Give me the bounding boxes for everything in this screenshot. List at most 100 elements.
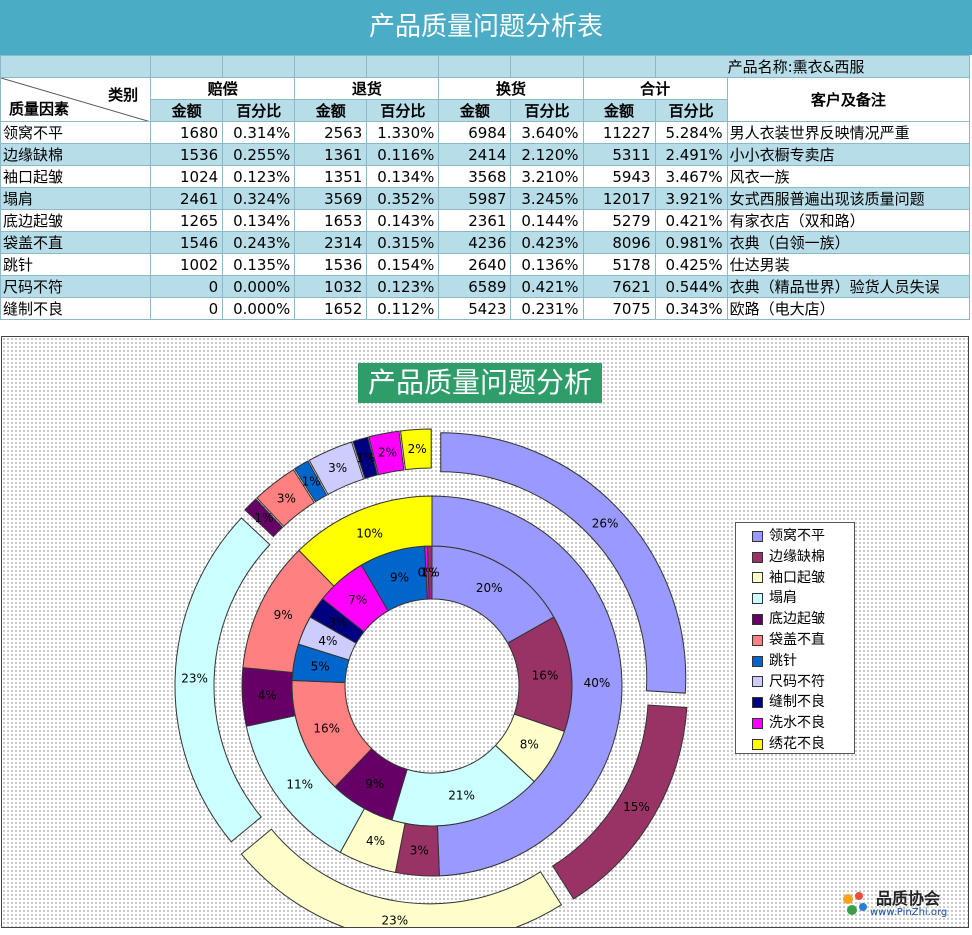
slice-label: 4% bbox=[318, 634, 337, 648]
chart-legend: 领窝不平 边缘缺棉 袖口起皱 塌肩 底边起皱 袋盖不直 跳针 尺码不符 缝制不良 洗水不良 绣花不良 bbox=[735, 522, 855, 754]
legend-swatch bbox=[752, 697, 763, 709]
legend-item: 底边起皱 bbox=[740, 609, 850, 630]
row-note: 小小衣橱专卖店 bbox=[726, 143, 971, 166]
legend-swatch bbox=[752, 572, 763, 584]
legend-swatch bbox=[752, 593, 763, 605]
row-label: 边缘缺棉 bbox=[0, 143, 152, 166]
table-cell: 0.136% bbox=[510, 253, 584, 276]
table-cell: 0.255% bbox=[222, 143, 296, 166]
row-label: 尺码不符 bbox=[0, 275, 152, 298]
slice-label: 8% bbox=[520, 737, 539, 751]
table-cell: 0.981% bbox=[654, 231, 728, 254]
legend-label: 洗水不良 bbox=[769, 715, 825, 732]
table-cell: 0.343% bbox=[654, 297, 728, 320]
table-cell: 5178 bbox=[582, 253, 656, 276]
legend-label: 塌肩 bbox=[769, 590, 797, 607]
legend-swatch bbox=[752, 718, 763, 730]
table-cell: 1653 bbox=[294, 209, 368, 232]
legend-label: 绣花不良 bbox=[769, 735, 825, 752]
group-header: 赔偿 bbox=[150, 77, 296, 100]
legend-label: 袋盖不直 bbox=[769, 631, 825, 648]
row-note: 风衣一族 bbox=[726, 165, 971, 188]
table-cell: 0.154% bbox=[366, 253, 440, 276]
table-row: 袖口起皱 1024 0.123% 1351 0.134% 3568 3.210% 5943 3.… bbox=[0, 165, 971, 188]
table-cell: 5423 bbox=[438, 297, 512, 320]
slice-label: 7% bbox=[348, 593, 367, 607]
legend-item: 洗水不良 bbox=[740, 713, 850, 734]
legend-label: 尺码不符 bbox=[769, 673, 825, 690]
slice-label: 3% bbox=[328, 615, 347, 629]
table-cell: 0.134% bbox=[366, 165, 440, 188]
table-cell: 1351 bbox=[294, 165, 368, 188]
product-name-cell: 产品名称:熏衣&西服 bbox=[654, 55, 971, 78]
table-cell: 0.544% bbox=[654, 275, 728, 298]
row-label: 塌肩 bbox=[0, 187, 152, 210]
table-cell: 2640 bbox=[438, 253, 512, 276]
table-cell: 0 bbox=[150, 297, 224, 320]
table-cell: 0.112% bbox=[366, 297, 440, 320]
row-label: 缝制不良 bbox=[0, 297, 152, 320]
table-cell: 0.423% bbox=[510, 231, 584, 254]
slice-label: 2% bbox=[378, 446, 397, 460]
table-cell: 1032 bbox=[294, 275, 368, 298]
slice-label: 23% bbox=[382, 914, 409, 927]
legend-item: 边缘缺棉 bbox=[740, 547, 850, 568]
legend-label: 跳针 bbox=[769, 652, 797, 669]
table-cell: 7621 bbox=[582, 275, 656, 298]
legend-item: 塌肩 bbox=[740, 588, 850, 609]
table-cell: 0.315% bbox=[366, 231, 440, 254]
legend-item: 跳针 bbox=[740, 651, 850, 672]
table-cell: 2461 bbox=[150, 187, 224, 210]
table-cell: 0.135% bbox=[222, 253, 296, 276]
legend-item: 领窝不平 bbox=[740, 526, 850, 547]
table-row: 跳针 1002 0.135% 1536 0.154% 2640 0.136% 5178 0.42… bbox=[0, 253, 971, 276]
row-label: 底边起皱 bbox=[0, 209, 152, 232]
slice-label: 3% bbox=[277, 491, 296, 505]
group-header: 退货 bbox=[294, 77, 440, 100]
slice-label: 9% bbox=[365, 777, 384, 791]
slice-label: 16% bbox=[313, 721, 340, 735]
table-cell: 6984 bbox=[438, 121, 512, 144]
legend-swatch bbox=[752, 676, 763, 688]
group-header: 换货 bbox=[438, 77, 584, 100]
table-cell: 1536 bbox=[294, 253, 368, 276]
header-diagonal-cell: 类别 质量因素 bbox=[0, 77, 152, 122]
slice-label: 10% bbox=[356, 526, 383, 540]
table-cell: 2.491% bbox=[654, 143, 728, 166]
legend-label: 边缘缺棉 bbox=[769, 548, 825, 565]
legend-swatch bbox=[752, 551, 763, 563]
slice-label: 1% bbox=[421, 566, 440, 580]
table-cell: 0.000% bbox=[222, 275, 296, 298]
table-cell: 1.330% bbox=[366, 121, 440, 144]
slice-label: 1% bbox=[356, 451, 375, 465]
row-note: 衣典（精品世界）验货人员失误 bbox=[726, 275, 971, 298]
slice-label: 9% bbox=[274, 608, 293, 622]
legend-item: 缝制不良 bbox=[740, 692, 850, 713]
slice-label: 16% bbox=[532, 669, 559, 683]
table-cell: 5311 bbox=[582, 143, 656, 166]
table-cell: 5943 bbox=[582, 165, 656, 188]
table-cell: 1265 bbox=[150, 209, 224, 232]
legend-swatch bbox=[752, 530, 763, 542]
legend-swatch bbox=[752, 738, 763, 750]
table-cell: 3.210% bbox=[510, 165, 584, 188]
row-label: 袖口起皱 bbox=[0, 165, 152, 188]
legend-item: 绣花不良 bbox=[740, 734, 850, 755]
table-cell: 1361 bbox=[294, 143, 368, 166]
row-label: 跳针 bbox=[0, 253, 152, 276]
table-cell: 3.640% bbox=[510, 121, 584, 144]
row-note: 仕达男装 bbox=[726, 253, 971, 276]
row-label: 领窝不平 bbox=[0, 121, 152, 144]
table-row: 塌肩 2461 0.324% 3569 0.352% 5987 3.245% 12017 3.9… bbox=[0, 187, 971, 210]
table-cell: 1680 bbox=[150, 121, 224, 144]
site-logo: 品质协会 www.PinZhi.org bbox=[840, 885, 960, 923]
table-cell: 12017 bbox=[582, 187, 656, 210]
table-cell: 0.116% bbox=[366, 143, 440, 166]
table-cell: 2414 bbox=[438, 143, 512, 166]
table-cell: 0.421% bbox=[654, 209, 728, 232]
table-cell: 0.123% bbox=[222, 165, 296, 188]
table-cell: 1024 bbox=[150, 165, 224, 188]
table-row: 袋盖不直 1546 0.243% 2314 0.315% 4236 0.423% 8096 0.… bbox=[0, 231, 971, 254]
slice-label: 3% bbox=[328, 461, 347, 475]
table-cell: 0.144% bbox=[510, 209, 584, 232]
